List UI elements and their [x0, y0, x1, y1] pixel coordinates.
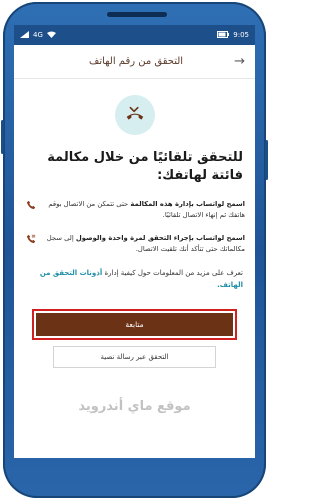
status-right: 9:05 [217, 30, 249, 40]
info-bold-1: اسمح لواتساب بإدارة هذه المكالمة [130, 200, 245, 208]
verify-sms-button[interactable]: التحقق عبر رسالة نصية [53, 346, 216, 368]
earpiece-speaker [107, 12, 167, 17]
app-bar: التحقق من رقم الهاتف → [14, 45, 255, 79]
status-bar: 4G 9:05 [14, 25, 255, 45]
battery-icon [217, 30, 230, 40]
status-time: 9:05 [233, 31, 249, 39]
missed-call-hero-icon [114, 95, 155, 135]
page-title: التحقق من رقم الهاتف [89, 56, 184, 67]
network-type: 4G [33, 31, 43, 39]
learn-more-text: تعرف على مزيد من المعلومات حول كيفية إدا… [26, 267, 243, 291]
learn-more-body: تعرف على مزيد من المعلومات حول كيفية إدا… [102, 269, 243, 277]
status-left: 4G [20, 30, 56, 40]
screen: 4G 9:05 التحقق من رقم الهاتف → للتحقق تل… [14, 25, 255, 458]
wifi-icon [46, 31, 56, 40]
headline: للتحقق تلقائيًا من خلال مكالمة فائتة لها… [47, 150, 243, 183]
volume-button [1, 120, 4, 154]
info-bold-2: اسمح لواتساب بإجراء التحقق لمرة واحدة وا… [75, 234, 245, 242]
list-item: اسمح لواتساب بإدارة هذه المكالمة حتى تتم… [24, 199, 245, 221]
continue-button[interactable]: متابعة [36, 313, 233, 336]
phone-end-icon [24, 199, 38, 213]
back-arrow-icon[interactable]: → [234, 54, 245, 69]
signal-icon [20, 30, 29, 40]
info-text-2: اسمح لواتساب بإجراء التحقق لمرة واحدة وا… [44, 233, 245, 255]
phone-missed-icon [126, 106, 143, 120]
list-item: اسمح لواتساب بإجراء التحقق لمرة واحدة وا… [24, 233, 245, 255]
info-text-1: اسمح لواتساب بإدارة هذه المكالمة حتى تتم… [44, 199, 245, 221]
continue-highlight: متابعة [32, 309, 237, 340]
power-button [265, 140, 268, 180]
permissions-list: اسمح لواتساب بإدارة هذه المكالمة حتى تتم… [24, 199, 245, 255]
call-log-icon [24, 233, 38, 247]
watermark: موقع ماي أندرويد [78, 399, 191, 414]
